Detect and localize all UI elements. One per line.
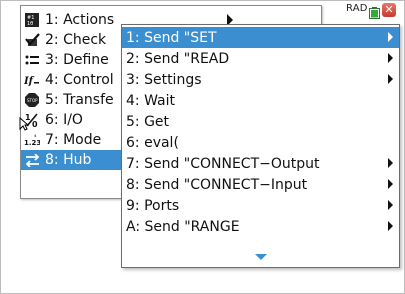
submenu-item-connect-output[interactable]: 7: Send "CONNECT−Output [122,153,399,174]
submenu-item-label: 2: Send "READ [126,50,230,67]
submenu-item-label: 3: Settings [126,71,202,88]
submenu-item-label: 6: eval( [126,134,179,151]
actions-icon: #1 1θ [24,12,40,28]
menu-item-label: 3: Define [45,52,109,68]
svg-text:1θ: 1θ [27,21,33,27]
control-icon: If [24,72,40,88]
submenu-item-label: 1: Send "SET [126,29,217,46]
submenu-item-eval[interactable]: 6: eval( [122,132,399,153]
menu-item-label: 7: Mode [45,132,102,148]
chevron-right-icon [388,221,393,231]
svg-text:0: 0 [32,120,38,127]
submenu-item-wait[interactable]: 4: Wait [122,90,399,111]
submenu-item-label: 7: Send "CONNECT−Output [126,155,320,172]
chevron-right-icon [388,32,393,42]
mouse-pointer-icon [19,116,30,135]
angle-mode-label: RAD [346,3,368,14]
chevron-right-icon [388,53,393,63]
submenu-item-label: 4: Wait [126,92,175,109]
check-icon [24,32,40,48]
menu-item-label: 5: Transfe [45,92,114,108]
chevron-right-icon [388,158,393,168]
menu-item-label: 8: Hub [45,152,92,168]
submenu-item-label: 8: Send "CONNECT−Input [126,176,308,193]
submenu-item-send-range[interactable]: A: Send "RANGE [122,216,399,237]
menu-item-label: 6: I/O [45,112,83,128]
menu-item-label: 2: Check [45,32,107,48]
submenu-item-send-set[interactable]: 1: Send "SET [122,27,399,48]
chevron-right-icon [388,179,393,189]
submenu-item-settings[interactable]: 3: Settings [122,69,399,90]
submenu-item-connect-input[interactable]: 8: Send "CONNECT−Input [122,174,399,195]
close-icon[interactable]: ✕ [382,3,396,17]
hub-submenu: 1: Send "SET 2: Send "READ 3: Settings 4… [121,24,400,268]
battery-icon [369,4,380,19]
svg-text:If: If [24,76,35,86]
menu-item-label: 4: Control [45,72,114,88]
scroll-down-icon[interactable] [255,254,267,260]
chevron-right-icon [388,200,393,210]
submenu-item-label: 9: Ports [126,197,180,214]
submenu-item-get[interactable]: 5: Get [122,111,399,132]
menu-item-label: 1: Actions [45,12,115,28]
submenu-item-ports[interactable]: 9: Ports [122,195,399,216]
svg-text:1.23: 1.23 [24,139,40,147]
transfer-icon: STOP [24,92,40,108]
submenu-item-label: 5: Get [126,113,170,130]
svg-text:STOP: STOP [27,98,38,103]
hub-icon [24,152,40,168]
chevron-right-icon [388,74,393,84]
define-icon [24,52,40,68]
submenu-item-send-read[interactable]: 2: Send "READ [122,48,399,69]
submenu-item-label: A: Send "RANGE [126,218,240,235]
